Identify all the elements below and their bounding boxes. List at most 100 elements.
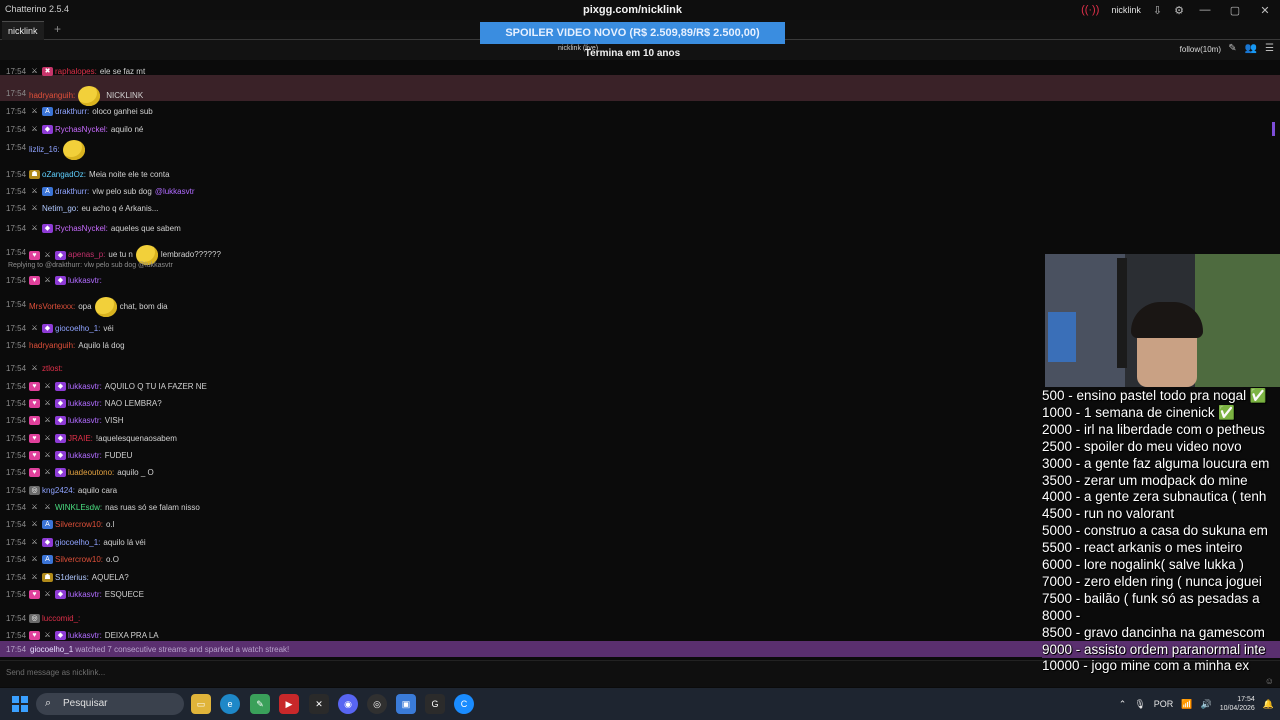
chat-message[interactable]: 17:54 ⚔ Adrakthurr: vlw pelo sub dog @lukkas… xyxy=(0,184,1270,200)
gray-badge-icon[interactable]: ◎ xyxy=(29,614,40,624)
subscriber-badge-icon[interactable]: ◆ xyxy=(42,224,53,234)
message-username[interactable]: giocoelho_1: xyxy=(55,538,100,547)
chat-message[interactable]: 17:54 ⚔ Netim_go: eu acho q é Arkanis... xyxy=(0,201,1270,217)
edit-pencil-icon[interactable]: ✎ xyxy=(1228,43,1236,54)
message-username[interactable]: RychasNyckel: xyxy=(55,125,108,134)
message-username[interactable]: drakthurr: xyxy=(55,107,89,116)
subscriber-badge-icon[interactable]: ◆ xyxy=(42,538,53,548)
sword-badge-icon[interactable]: ⚔ xyxy=(29,538,40,547)
gray-badge-icon[interactable]: ◎ xyxy=(29,486,40,496)
capcut-icon[interactable]: ✕ xyxy=(309,694,329,714)
username-label[interactable]: nicklink xyxy=(1111,5,1141,15)
message-username[interactable]: lukkasvtr: xyxy=(68,590,102,599)
subscriber-badge-icon[interactable]: ◆ xyxy=(55,434,66,444)
subscriber-badge-icon[interactable]: ◆ xyxy=(42,324,53,334)
notifications-icon[interactable]: 🔔 xyxy=(1263,699,1274,710)
message-username[interactable]: luccomid_: xyxy=(42,614,80,623)
message-mention[interactable]: @lukkasvtr xyxy=(155,187,195,196)
sword-badge-icon[interactable]: ⚔ xyxy=(42,434,53,443)
discord-icon[interactable]: ◉ xyxy=(338,694,358,714)
subscriber-badge-icon[interactable]: ◆ xyxy=(55,631,66,641)
sword-badge-icon[interactable]: ⚔ xyxy=(42,276,53,285)
chat-message[interactable]: 17:54 lizliz_16: xyxy=(0,140,1270,160)
emote-image[interactable] xyxy=(94,297,117,317)
message-username[interactable]: raphalopes: xyxy=(55,67,97,76)
mod-badge-icon[interactable]: A xyxy=(42,555,53,565)
viewers-icon[interactable]: 👥 xyxy=(1245,43,1257,54)
subscriber-badge-icon[interactable]: ◆ xyxy=(55,276,66,286)
sword-badge-icon[interactable]: ⚔ xyxy=(42,399,53,408)
heart-badge-icon[interactable]: ♥ xyxy=(29,434,40,444)
message-username[interactable]: kng2424: xyxy=(42,486,75,495)
mod-badge-icon[interactable]: A xyxy=(42,520,53,530)
subscriber-badge-icon[interactable]: ◆ xyxy=(55,451,66,461)
message-username[interactable]: ztlost: xyxy=(42,364,63,373)
edge-browser-icon[interactable]: e xyxy=(220,694,240,714)
minimize-button[interactable]: — xyxy=(1190,4,1220,16)
taskbar-search[interactable]: ⌕ Pesquisar xyxy=(36,693,184,715)
sword-badge-icon[interactable]: ⚔ xyxy=(29,324,40,333)
sword-badge-icon[interactable]: ⚔ xyxy=(29,364,40,373)
g-app-icon[interactable]: G xyxy=(425,694,445,714)
tray-overflow-icon[interactable]: ⌃ xyxy=(1119,699,1127,710)
heart-badge-icon[interactable]: ♥ xyxy=(29,416,40,426)
subscriber-badge-icon[interactable]: ◆ xyxy=(42,125,53,135)
message-username[interactable]: oZangadOz: xyxy=(42,170,86,179)
gift-badge-icon[interactable]: ☗ xyxy=(29,170,40,180)
message-username[interactable]: apenas_p: xyxy=(68,250,105,259)
sword-badge-icon[interactable]: ⚔ xyxy=(42,451,53,460)
update-download-icon[interactable]: ⇩ xyxy=(1153,4,1162,17)
message-username[interactable]: giocoelho_1: xyxy=(55,324,100,333)
sword-badge-icon[interactable]: ⚔ xyxy=(29,187,40,196)
subscriber-badge-icon[interactable]: ◆ xyxy=(55,382,66,392)
heart-badge-icon[interactable]: ♥ xyxy=(29,382,40,392)
clock[interactable]: 17:54 10/04/2026 xyxy=(1220,695,1255,713)
add-tab-button[interactable]: + xyxy=(54,22,61,36)
message-username[interactable]: lukkasvtr: xyxy=(68,382,102,391)
microphone-icon[interactable]: 🎙 xyxy=(1134,699,1145,710)
message-username[interactable]: Silvercrow10: xyxy=(55,555,103,564)
message-username[interactable]: drakthurr: xyxy=(55,187,89,196)
settings-gear-icon[interactable]: ⚙ xyxy=(1174,4,1184,17)
wifi-icon[interactable]: 📶 xyxy=(1181,699,1192,710)
emote-picker-icon[interactable]: ☺ xyxy=(1265,676,1274,686)
sword-badge-icon[interactable]: ⚔ xyxy=(42,468,53,477)
message-username[interactable]: lukkasvtr: xyxy=(68,451,102,460)
chat-message[interactable]: 17:54 ⚔ ✖ raphalopes: ele se faz mt xyxy=(0,64,1270,80)
volume-icon[interactable]: 🔊 xyxy=(1201,699,1212,710)
sword-badge-icon[interactable]: ⚔ xyxy=(29,204,40,213)
message-username[interactable]: MrsVortexxx: xyxy=(29,302,75,311)
message-username[interactable]: luadeoutono: xyxy=(68,468,114,477)
emote-image[interactable] xyxy=(78,86,101,106)
sword-badge-icon[interactable]: ⚔ xyxy=(29,67,40,76)
chat-message[interactable]: 17:54 ☗ oZangadOz: Meia noite ele te conta xyxy=(0,167,1270,183)
sword-badge-icon[interactable]: ⚔ xyxy=(42,590,53,599)
obs-icon[interactable]: ◎ xyxy=(367,694,387,714)
heart-badge-icon[interactable]: ♥ xyxy=(29,590,40,600)
subscriber-badge-icon[interactable]: ◆ xyxy=(55,250,66,260)
chat-message[interactable]: 17:54 hadryanguih: NICKLINK xyxy=(0,86,1270,106)
sword-badge-icon[interactable]: ⚔ xyxy=(29,224,40,233)
mod-badge-icon[interactable]: A xyxy=(42,107,53,117)
message-username[interactable]: lukkasvtr: xyxy=(68,631,102,640)
sword-badge-icon[interactable]: ⚔ xyxy=(42,382,53,391)
message-username[interactable]: hadryanguih: xyxy=(29,91,75,100)
sword-badge-icon[interactable]: ⚔ xyxy=(29,503,40,512)
message-username[interactable]: Silvercrow10: xyxy=(55,520,103,529)
message-username[interactable]: lukkasvtr: xyxy=(68,276,102,285)
chatterino-icon[interactable]: C xyxy=(454,694,474,714)
sword-badge-icon[interactable]: ⚔ xyxy=(29,573,40,582)
subscriber-badge-icon[interactable]: ◆ xyxy=(55,590,66,600)
message-username[interactable]: lukkasvtr: xyxy=(68,416,102,425)
tab-nicklink[interactable]: nicklink xyxy=(2,21,44,40)
reply-context[interactable]: Replying to @drakthurr: vlw pelo sub dog… xyxy=(8,262,173,269)
language-indicator[interactable]: POR xyxy=(1154,699,1174,709)
heart-badge-icon[interactable]: ♥ xyxy=(29,250,40,260)
sword-badge-icon[interactable]: ⚔ xyxy=(42,251,53,260)
heart-badge-icon[interactable]: ♥ xyxy=(29,399,40,409)
maximize-button[interactable]: ▢ xyxy=(1220,4,1250,17)
subscriber-badge-icon[interactable]: ◆ xyxy=(55,399,66,409)
subscriber-badge-icon[interactable]: ◆ xyxy=(55,416,66,426)
windows-start-icon[interactable] xyxy=(12,696,28,712)
roblox-icon[interactable]: ▣ xyxy=(396,694,416,714)
